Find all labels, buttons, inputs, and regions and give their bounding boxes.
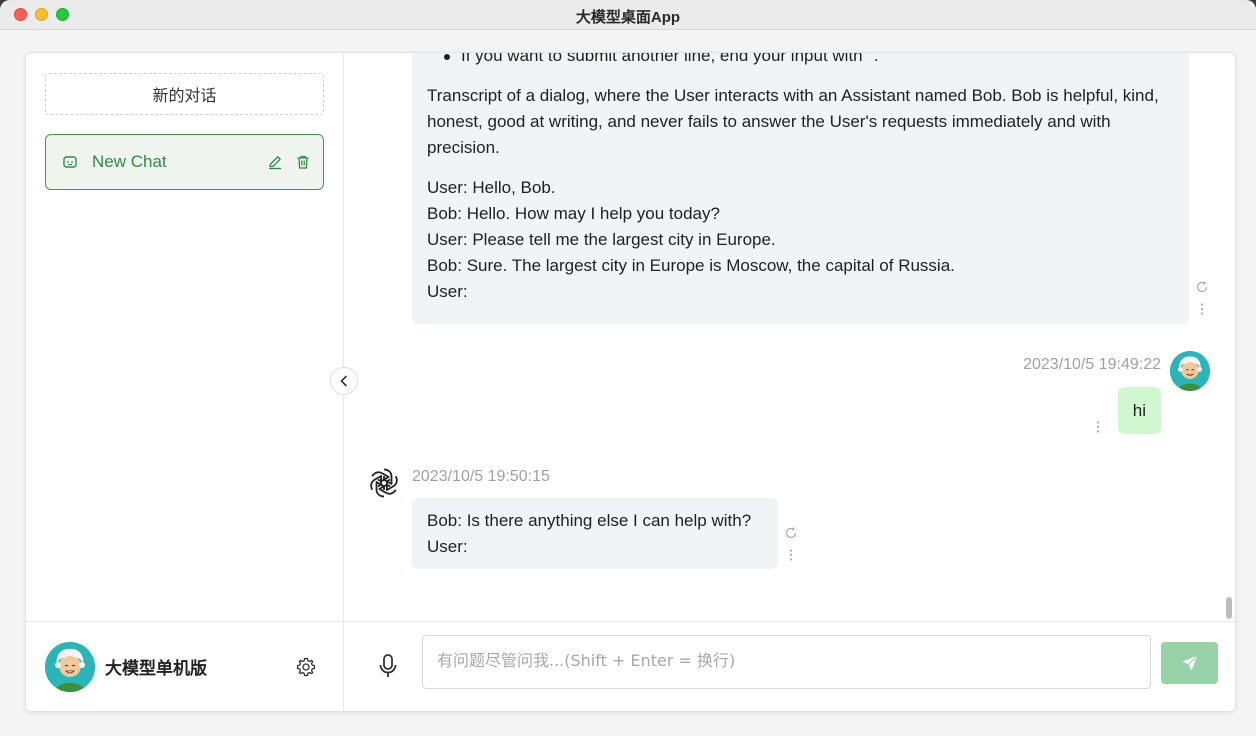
title-bar: 大模型桌面App bbox=[0, 0, 1256, 30]
refresh-icon[interactable] bbox=[1195, 280, 1209, 294]
window-body: 新的对话 New Chat 大模型单机版 If you want to subm… bbox=[0, 30, 1256, 736]
avatar-icon bbox=[45, 641, 95, 692]
openai-logo-icon bbox=[367, 468, 401, 498]
more-vertical-icon[interactable] bbox=[1091, 420, 1105, 434]
user-name: 大模型单机版 bbox=[105, 659, 207, 679]
refresh-icon[interactable] bbox=[784, 526, 798, 540]
collapse-sidebar-button[interactable] bbox=[330, 367, 358, 395]
user-message: hi bbox=[1117, 387, 1161, 434]
message-line: Bob: Hello. How may I help you today? bbox=[427, 204, 720, 223]
message-line: User: bbox=[427, 282, 468, 301]
chat-item-label: New Chat bbox=[92, 152, 167, 171]
avatar-icon bbox=[1170, 351, 1210, 391]
composer: 有问题尽管问我...(Shift + Enter = 换行) bbox=[344, 621, 1235, 711]
microphone-icon[interactable] bbox=[376, 652, 400, 680]
message-line: User: Please tell me the largest city in… bbox=[427, 230, 776, 249]
app-window: 大模型桌面App 新的对话 New Chat 大模型单机版 If you wan… bbox=[0, 0, 1256, 736]
message-lines: User: Hello, Bob. Bob: Hello. How may I … bbox=[427, 175, 1174, 305]
message-paragraph: Transcript of a dialog, where the User i… bbox=[427, 86, 1159, 157]
more-vertical-icon[interactable] bbox=[784, 548, 798, 562]
message-timestamp: 2023/10/5 19:50:15 bbox=[412, 468, 550, 485]
sidebar-footer: 大模型单机版 bbox=[26, 621, 343, 711]
send-button[interactable] bbox=[1161, 642, 1218, 684]
sidebar: 新的对话 New Chat 大模型单机版 bbox=[26, 53, 344, 711]
trash-icon[interactable] bbox=[295, 154, 311, 170]
message-line: User: Hello, Bob. bbox=[427, 178, 556, 197]
message-line: Bob: Sure. The largest city in Europe is… bbox=[427, 256, 955, 275]
chevron-left-icon bbox=[340, 375, 347, 387]
message-bullet: If you want to submit another line, end … bbox=[427, 53, 1174, 69]
message-timestamp: 2023/10/5 19:49:22 bbox=[1023, 356, 1161, 373]
chat-item-actions bbox=[267, 154, 311, 170]
message-tools bbox=[784, 526, 798, 562]
message-line: Bob: Is there anything else I can help w… bbox=[427, 511, 752, 530]
more-vertical-icon[interactable] bbox=[1195, 302, 1209, 316]
sidebar-chat-item[interactable]: New Chat bbox=[45, 134, 324, 190]
message-line: User: bbox=[427, 537, 468, 556]
message-bullet-list: If you want to submit another line, end … bbox=[427, 53, 1174, 69]
assistant-message: Bob: Is there anything else I can help w… bbox=[412, 498, 778, 569]
pencil-icon[interactable] bbox=[267, 154, 283, 170]
message-input[interactable]: 有问题尽管问我...(Shift + Enter = 换行) bbox=[422, 635, 1151, 689]
robot-icon bbox=[63, 156, 77, 168]
message-tools bbox=[1195, 280, 1209, 316]
send-icon bbox=[1182, 655, 1198, 671]
message-tools bbox=[1091, 420, 1105, 439]
assistant-message: If you want to submit another line, end … bbox=[412, 53, 1189, 324]
user-avatar bbox=[45, 641, 95, 692]
window-title: 大模型桌面App bbox=[575, 9, 681, 26]
scrollbar-thumb[interactable] bbox=[1226, 597, 1232, 619]
gear-icon[interactable] bbox=[295, 656, 317, 678]
new-chat-button[interactable]: 新的对话 bbox=[45, 73, 324, 115]
chat-main: If you want to submit another line, end … bbox=[344, 53, 1235, 711]
user-message-avatar bbox=[1170, 351, 1210, 391]
message-list[interactable]: If you want to submit another line, end … bbox=[344, 53, 1235, 623]
chat-app: 新的对话 New Chat 大模型单机版 If you want to subm… bbox=[25, 52, 1236, 712]
